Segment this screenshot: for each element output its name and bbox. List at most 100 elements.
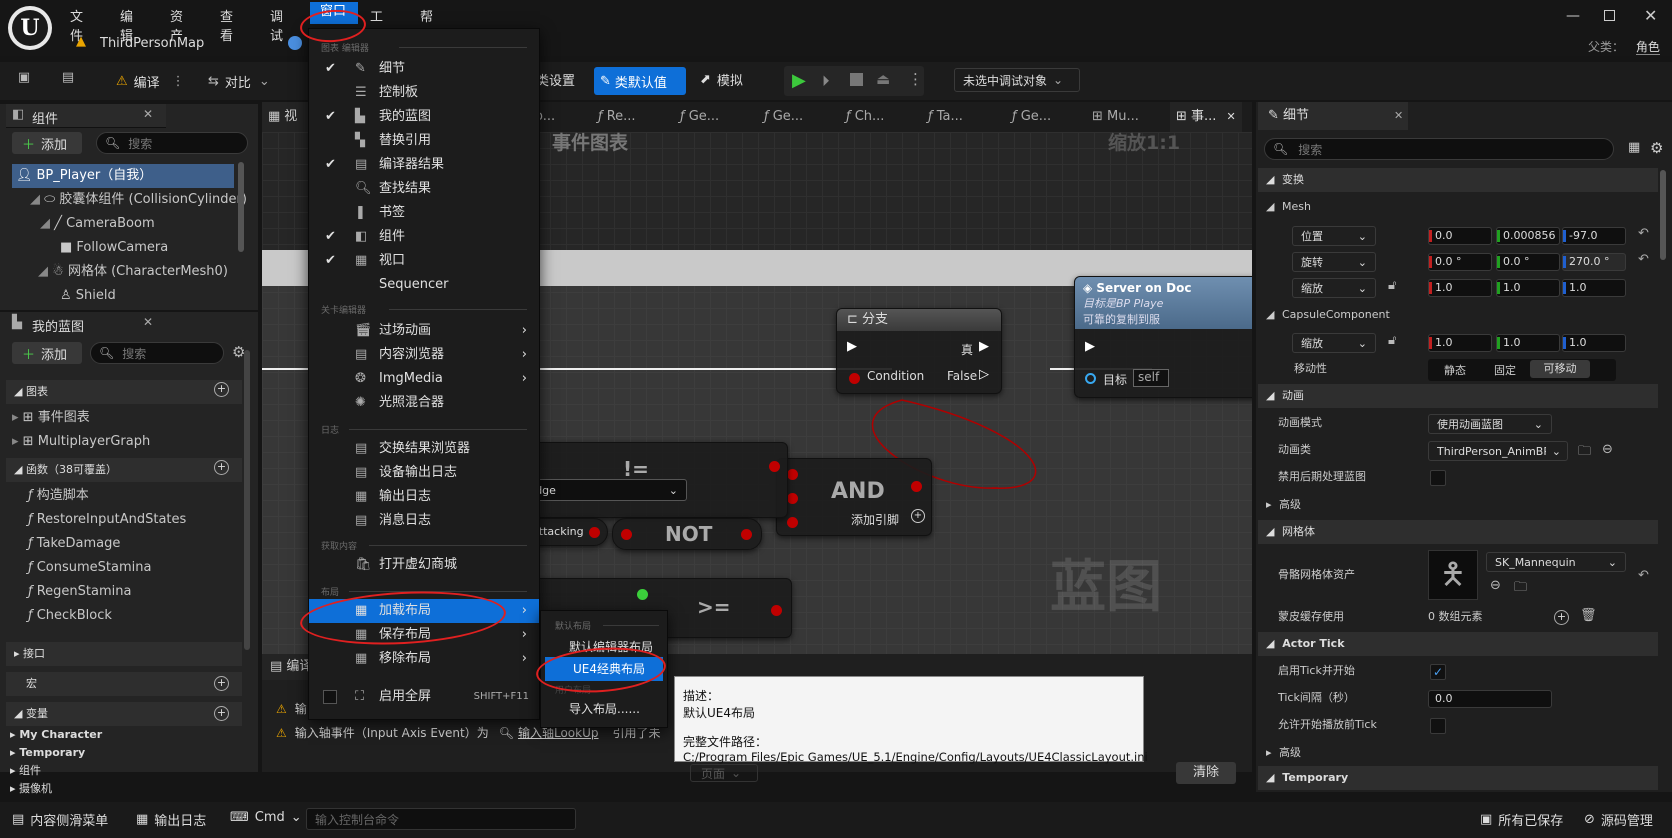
viewport-tab[interactable]: ▦视口 <box>262 102 310 154</box>
branch-exec-true[interactable]: ▶ <box>979 339 989 354</box>
component-bp-player[interactable]: 👤︎ BP_Player（自我） <box>12 164 234 188</box>
menu-item-viewport[interactable]: ✔ ▦ 视口 <box>309 249 539 273</box>
menu-item-imgmedia[interactable]: ❂ ImgMedia › <box>309 367 539 391</box>
fullscreen-checkbox[interactable] <box>323 690 337 704</box>
var-group-camera[interactable]: ▸ 摄像机 <box>10 780 52 798</box>
var-group-temporary[interactable]: ▸ Temporary <box>10 744 85 762</box>
is-attacking-out[interactable] <box>589 527 600 538</box>
clear-button[interactable]: 清除 <box>1176 762 1236 784</box>
skeletal-asset-dropdown[interactable]: SK_Mannequin ⌄ <box>1486 552 1626 572</box>
function-check-block[interactable]: ƒ CheckBlock <box>28 604 112 628</box>
gte-green-pin[interactable] <box>637 589 648 600</box>
reset-icon[interactable]: ↶ <box>1638 568 1649 583</box>
function-take-damage[interactable]: ƒ TakeDamage <box>28 532 120 556</box>
mobility-stationary[interactable]: 固定 <box>1494 362 1516 378</box>
my-blueprint-close-icon[interactable]: ✕ <box>143 315 153 329</box>
temporary-section[interactable]: ◢ Temporary <box>1258 766 1658 790</box>
minimize-button[interactable]: — <box>1566 8 1580 24</box>
function-construction[interactable]: ƒ 构造脚本 <box>28 484 89 508</box>
tick-start-checkbox[interactable]: ✓ <box>1430 664 1446 680</box>
menu-item-replace-refs[interactable]: ▚ 替换引用 <box>309 129 539 153</box>
scale-z[interactable]: 1.0 <box>1562 279 1626 297</box>
trash-icon[interactable]: 🗑︎ <box>1580 608 1597 623</box>
diff-button[interactable]: ⇆ 对比 ⌄ <box>208 68 270 94</box>
component-capsule[interactable]: ◢ ⬭ 胶囊体组件 (CollisionCylinder) <box>30 188 247 212</box>
mesh-section[interactable]: ◢ 网格体 <box>1258 520 1658 544</box>
branch-condition-pin[interactable] <box>849 373 860 384</box>
var-group-components[interactable]: ▸ 组件 <box>10 762 41 780</box>
play-options-icon[interactable]: ⋮ <box>908 70 923 88</box>
gear-icon[interactable]: ⚙ <box>1650 139 1663 157</box>
add-variable-icon[interactable]: + <box>214 706 229 721</box>
graphs-section[interactable]: ◢ 图表 <box>6 380 242 404</box>
menu-item-message-log[interactable]: ▤ 消息日志 <box>309 509 539 533</box>
menu-item-components[interactable]: ✔ ◧ 组件 <box>309 225 539 249</box>
neq-out[interactable] <box>769 461 780 472</box>
variables-section[interactable]: ◢ 变量 <box>6 702 242 726</box>
mobility-movable[interactable]: 可移动 <box>1530 360 1590 378</box>
maximize-button[interactable] <box>1604 10 1615 21</box>
and-in-a[interactable] <box>787 469 798 480</box>
unreal-logo[interactable]: U <box>8 6 52 50</box>
and-out[interactable] <box>911 481 922 492</box>
tick-paused-checkbox[interactable] <box>1430 718 1446 734</box>
graph-event-graph[interactable]: ▸ ⊞ 事件图表 <box>12 406 90 430</box>
browse-button[interactable]: ▤ <box>60 70 86 92</box>
server-node[interactable]: ◈ Server on Doc 目标是BP Playe 可靠的复制到服 ▶ 目标… <box>1074 276 1252 398</box>
branch-exec-false[interactable]: ▷ <box>979 367 989 382</box>
class-defaults-button[interactable]: ✎ 类默认值 <box>594 67 686 95</box>
add-graph-icon[interactable]: + <box>214 382 229 397</box>
menu-item-output-log[interactable]: ▦ 输出日志 <box>309 485 539 509</box>
menu-view[interactable]: 查看 <box>220 6 233 44</box>
scale-y[interactable]: 1.0 <box>1496 279 1560 297</box>
rotation-x[interactable]: 0.0 ° <box>1428 253 1492 271</box>
anim-mode-dropdown[interactable]: 使用动画蓝图 ⌄ <box>1428 414 1552 434</box>
and-node[interactable]: AND 添加引脚 + <box>776 458 932 536</box>
capsule-scale-x[interactable]: 1.0 <box>1428 334 1492 352</box>
advanced-animation[interactable]: ▸ 高级 <box>1266 492 1301 518</box>
output-log-button[interactable]: ▦ 输出日志 <box>136 810 206 829</box>
graph-multiplayer[interactable]: ▸ ⊞ MultiplayerGraph <box>12 430 150 454</box>
my-blueprint-search-input[interactable]: 🔍︎ 搜索 <box>90 342 224 364</box>
component-follow-camera[interactable]: ■ FollowCamera <box>60 236 168 260</box>
source-control-button[interactable]: ⊘ 源码管理 <box>1584 810 1653 829</box>
transform-section[interactable]: ◢ 变换 <box>1258 168 1658 192</box>
location-z[interactable]: -97.0 <box>1562 227 1626 245</box>
mesh-subsection[interactable]: ◢ Mesh <box>1266 194 1658 220</box>
component-shield[interactable]: ♙ Shield <box>60 284 116 308</box>
branch-node[interactable]: ⊏ 分支 ▶ 真 ▶ Condition False ▷ <box>836 308 1002 394</box>
close-tab-icon[interactable]: ✕ <box>1226 110 1235 123</box>
lock-icon[interactable]: 🔓︎ <box>1388 278 1396 293</box>
browse-asset-icon[interactable]: 🗀︎ <box>1514 578 1527 600</box>
actor-tick-section[interactable]: ◢ Actor Tick <box>1258 632 1658 656</box>
advanced-tick[interactable]: ▸ 高级 <box>1266 740 1301 766</box>
submenu-import-layout[interactable]: 导入布局...... <box>541 697 667 721</box>
menu-item-bookmarks[interactable]: ❚ 书签 <box>309 201 539 225</box>
player-tab-icon[interactable] <box>288 36 302 50</box>
compile-button[interactable]: ⚠ 编译 ⋮ <box>116 68 185 94</box>
components-search-input[interactable]: 🔍︎ 搜索 <box>96 132 248 154</box>
graph-tab-6[interactable]: ƒ Ta... <box>928 102 963 132</box>
location-dropdown[interactable]: 位置 ⌄ <box>1292 226 1376 246</box>
menu-item-device-log[interactable]: ▤ 设备输出日志 <box>309 461 539 485</box>
pages-dropdown[interactable]: 页面 ⌄ <box>690 764 758 782</box>
cmd-dropdown[interactable]: ⌨ Cmd ⌄ <box>230 810 302 825</box>
functions-section[interactable]: ◢ 函数（38可覆盖） <box>6 458 242 482</box>
branch-exec-in[interactable]: ▶ <box>847 339 857 354</box>
graph-tab-5[interactable]: ƒ Ch... <box>846 102 884 132</box>
add-macro-icon[interactable]: + <box>214 676 229 691</box>
capsule-subsection[interactable]: ◢ CapsuleComponent <box>1266 302 1658 328</box>
disable-post-checkbox[interactable] <box>1430 470 1446 486</box>
target-pin[interactable] <box>1085 373 1096 384</box>
mobility-static[interactable]: 静态 <box>1444 362 1466 378</box>
function-restore-input[interactable]: ƒ RestoreInputAndStates <box>28 508 186 532</box>
use-selected-icon[interactable]: ⊖ <box>1490 578 1501 593</box>
graph-tab-4[interactable]: ƒ Ge... <box>764 102 803 132</box>
class-settings-button[interactable]: 类设置 <box>536 70 575 89</box>
menu-item-compiler-results[interactable]: ✔ ▤ 编译器结果 <box>309 153 539 177</box>
neq-node[interactable]: != Dodge ⌄ <box>506 442 788 518</box>
menu-item-sequencer[interactable]: Sequencer <box>309 273 539 297</box>
server-exec-in[interactable]: ▶ <box>1085 339 1095 354</box>
and-in-c[interactable] <box>787 517 798 528</box>
graph-tab-2[interactable]: ƒ Re... <box>598 102 636 132</box>
